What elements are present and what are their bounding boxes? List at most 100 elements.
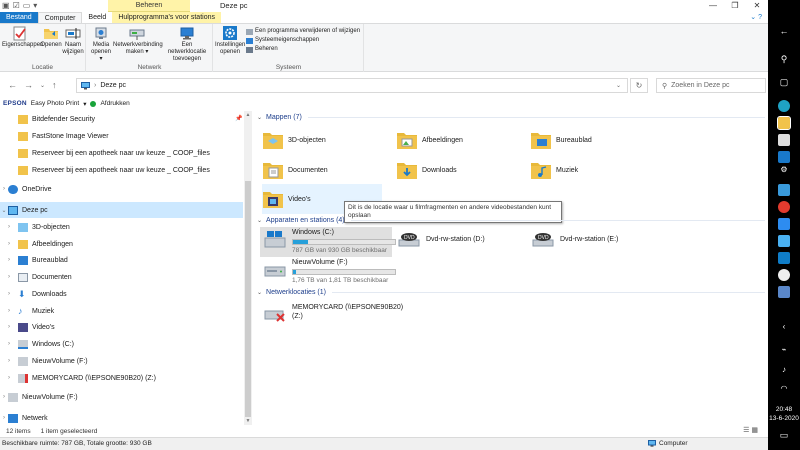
folder-documents[interactable]: Documenten (262, 155, 382, 185)
large-icons-view-icon[interactable]: ▦ (751, 427, 758, 434)
back-arrow-icon[interactable]: ← (8, 80, 17, 90)
nav-item-3d-objects[interactable]: › 3D-objecten (0, 219, 243, 235)
drive-dvd-d[interactable]: DVD Dvd-rw-station (D:) (394, 227, 526, 257)
nav-item-desktop[interactable]: › Bureaublad (0, 252, 243, 268)
scroll-down-icon[interactable]: ▼ (244, 418, 252, 424)
folder-desktop[interactable]: Bureaublad (530, 125, 650, 155)
breadcrumb[interactable]: Deze pc (100, 82, 126, 89)
action-center-icon[interactable]: ▭ (768, 430, 800, 441)
expand-chevron-icon[interactable]: › (0, 186, 8, 192)
search-box[interactable]: ⚲ Zoeken in Deze pc (656, 78, 766, 93)
pin-icon[interactable]: 📌 (235, 115, 242, 122)
nav-item-quick-access[interactable]: Reserveer bij een apotheek naar uw keuze… (0, 162, 243, 178)
close-button[interactable]: ✕ (746, 0, 768, 12)
expand-ribbon-icon[interactable]: ⌄ (750, 14, 756, 21)
map-network-drive-button[interactable]: Netwerkverbinding maken ▾ (113, 26, 163, 56)
recent-locations-chevron-icon[interactable]: ⌄ (40, 82, 45, 89)
print-button[interactable]: Afdrukken (100, 100, 129, 107)
volume-icon[interactable]: ♪ (768, 365, 800, 374)
tab-drive-tools[interactable]: Hulpprogramma's voor stations (112, 12, 221, 23)
file-explorer-icon[interactable] (777, 116, 791, 130)
details-view-icon[interactable]: ☰ (743, 427, 749, 434)
folder-pictures[interactable]: Afbeeldingen (396, 125, 516, 155)
drive-windows-c[interactable]: Windows (C:) 787 GB van 930 GB beschikba… (260, 227, 396, 257)
collapse-section-icon[interactable]: ⌄ (257, 289, 262, 296)
address-dropdown-icon[interactable]: ⌄ (616, 82, 621, 89)
search-icon[interactable]: ⚲ (768, 54, 800, 65)
clock[interactable]: 20:48 13-6-2020 (768, 405, 800, 423)
nav-item-nieuwvolume-f[interactable]: › NieuwVolume (F:) (0, 353, 243, 369)
edge-icon[interactable] (778, 100, 790, 112)
nav-item-quick-access[interactable]: FastStone Image Viewer (0, 128, 243, 144)
easy-photo-print-button[interactable]: Easy Photo Print (31, 100, 79, 107)
nav-item-documents[interactable]: › Documenten (0, 269, 243, 285)
word-icon[interactable] (778, 218, 790, 230)
nav-item-memorycard-z[interactable]: › MEMORYCARD (\\EPSONE90B20) (Z:) (0, 370, 243, 386)
back-arrow-icon[interactable]: ← (768, 26, 800, 36)
folder-3d-objects[interactable]: 3D-objecten (262, 125, 382, 155)
nav-item-this-pc[interactable]: ⌄ Deze pc (0, 202, 243, 218)
nav-item-downloads[interactable]: › ⬇ Downloads (0, 286, 243, 302)
nav-item-quick-access[interactable]: Bitdefender Security 📌 (0, 111, 243, 127)
gear-icon[interactable]: ⚙ (768, 165, 800, 174)
chrome-icon[interactable] (778, 269, 790, 281)
usb-icon[interactable]: ⌁ (768, 345, 800, 354)
system-properties-link[interactable]: Systeemeigenschappen (246, 36, 360, 45)
network-section-header[interactable]: ⌄ Netwerklocaties (1) (257, 289, 765, 296)
tab-bestand[interactable]: Bestand (0, 12, 38, 23)
nav-item-pictures[interactable]: › Afbeeldingen (0, 236, 243, 252)
devices-section-header[interactable]: ⌄ Apparaten en stations (4) (257, 217, 765, 224)
chevron-up-icon[interactable]: ‹ (768, 322, 800, 331)
mail-app-icon[interactable] (778, 235, 790, 247)
opera-icon[interactable] (778, 201, 790, 213)
expand-chevron-icon[interactable]: › (0, 394, 8, 400)
tab-beeld[interactable]: Beeld (82, 12, 112, 23)
open-button[interactable]: Openen (40, 26, 62, 49)
help-icon[interactable]: ? (758, 14, 762, 21)
expand-chevron-icon[interactable]: › (0, 415, 8, 421)
scroll-up-icon[interactable]: ▲ (244, 112, 252, 118)
new-folder-quick-icon[interactable]: ▭ (23, 1, 31, 11)
nav-item-quick-access[interactable]: Reserveer bij een apotheek naar uw keuze… (0, 145, 243, 161)
forward-arrow-icon[interactable]: → (24, 80, 33, 90)
properties-button[interactable]: Eigenschappen (2, 26, 43, 49)
uninstall-program-link[interactable]: Een programma verwijderen of wijzigen (246, 27, 360, 36)
open-settings-button[interactable]: Instellingen openen (215, 26, 245, 56)
nav-item-windows-c[interactable]: › Windows (C:) (0, 336, 243, 352)
mail-icon[interactable] (778, 151, 790, 163)
network-wifi-icon[interactable]: ◠ (768, 384, 800, 393)
folder-downloads[interactable]: Downloads (396, 155, 516, 185)
app-icon[interactable] (778, 286, 790, 298)
tab-computer[interactable]: Computer (37, 12, 83, 23)
address-bar[interactable]: › Deze pc ⌄ (76, 78, 628, 93)
customize-quick-icon[interactable]: ▾ (33, 1, 37, 11)
network-drive-memorycard[interactable]: MEMORYCARD (\\EPSONE90B20) (Z:) (260, 301, 403, 331)
up-arrow-icon[interactable]: ↑ (52, 80, 57, 90)
properties-quick-icon[interactable]: ☑ (13, 1, 20, 11)
refresh-button[interactable]: ↻ (630, 78, 648, 93)
photos-icon[interactable] (778, 184, 790, 196)
collapse-section-icon[interactable]: ⌄ (257, 217, 262, 224)
nav-item-music[interactable]: › ♪ Muziek (0, 303, 243, 319)
add-network-location-button[interactable]: Een netwerklocatie toevoegen (163, 26, 211, 63)
nav-item-network[interactable]: › Netwerk (0, 410, 243, 425)
rename-button[interactable]: Naam wijzigen (62, 26, 84, 56)
nav-item-onedrive[interactable]: › OneDrive (0, 181, 243, 197)
scrollbar-thumb[interactable] (245, 181, 251, 417)
store-icon[interactable] (778, 134, 790, 146)
drive-nieuwvolume-f[interactable]: NieuwVolume (F:) 1,76 TB van 1,81 TB bes… (260, 257, 396, 287)
nav-item-nieuwvolume-root[interactable]: › NieuwVolume (F:) (0, 389, 243, 405)
media-button[interactable]: Media openen ▾ (89, 26, 113, 63)
drive-dvd-e[interactable]: DVD Dvd-rw-station (E:) (528, 227, 660, 257)
collapse-chevron-icon[interactable]: ⌄ (0, 207, 8, 214)
minimize-button[interactable]: — (702, 0, 724, 12)
folders-section-header[interactable]: ⌄ Mappen (7) (257, 114, 765, 121)
manage-link[interactable]: Beheren (246, 45, 360, 54)
nav-item-videos[interactable]: › Video's (0, 319, 243, 335)
outlook-icon[interactable] (778, 252, 790, 264)
task-view-icon[interactable]: ▢ (768, 77, 800, 88)
app-dropdown-icon[interactable]: ▾ (83, 100, 86, 108)
folder-music[interactable]: Muziek (530, 155, 650, 185)
nav-pane-scrollbar[interactable]: ▲ ▼ (244, 111, 252, 425)
search-input[interactable]: Zoeken in Deze pc (671, 82, 729, 89)
